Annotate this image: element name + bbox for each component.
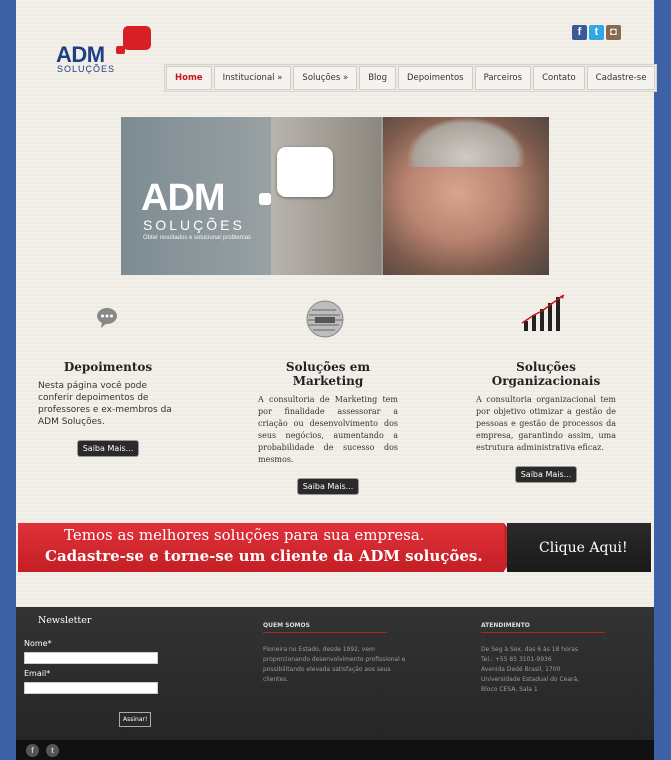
column-text: A consultoria de Marketing tem por final…	[258, 395, 398, 464]
email-label: Email*	[24, 669, 51, 678]
cta-banner: Temos as melhores soluções para sua empr…	[18, 523, 651, 572]
contact-line: Avenida Dedé Brasil, 1700	[481, 666, 561, 673]
column-marketing: Soluções em Marketing A consultoria de M…	[258, 360, 398, 494]
twitter-icon[interactable]: t	[589, 25, 604, 40]
column-organizacionais: Soluções Organizacionais A consultoria o…	[476, 360, 616, 482]
saiba-mais-button[interactable]: Saiba Mais...	[77, 441, 139, 456]
nav-parceiros[interactable]: Parceiros	[474, 66, 532, 90]
newsletter-email-input[interactable]	[24, 682, 158, 694]
contact-title: ATENDIMENTO	[481, 622, 530, 629]
nav-cadastre[interactable]: Cadastre-se	[586, 66, 656, 90]
saiba-mais-button[interactable]: Saiba Mais...	[515, 467, 577, 482]
logo-subtext: SOLUÇÕES	[57, 64, 116, 74]
column-title: Depoimentos	[63, 360, 153, 374]
clique-aqui-label: Clique Aqui!	[539, 540, 628, 556]
about-text: Pioneira no Estado, desde 1992, vem prop…	[263, 646, 406, 683]
nav-institucional[interactable]: Institucional »	[213, 66, 292, 90]
contact-info: De Seg à Sex, das 6 às 18 horas Tel.: +5…	[481, 645, 631, 695]
newsletter-submit-button[interactable]: Assinar!	[120, 713, 151, 726]
contact-line: Universidade Estadual do Ceará,	[481, 676, 580, 683]
nav-contato[interactable]: Contato	[533, 66, 585, 90]
column-title: Soluções em Marketing	[285, 360, 371, 388]
social-links: f t ◘	[572, 25, 621, 40]
saiba-mais-button[interactable]: Saiba Mais...	[297, 479, 359, 494]
column-depoimentos: Depoimentos Nesta página você pode confe…	[38, 360, 178, 456]
clique-aqui-button[interactable]: Clique Aqui!	[507, 523, 651, 572]
cta-banner-message: Temos as melhores soluções para sua empr…	[18, 523, 504, 572]
column-text: Nesta página você pode conferir depoimen…	[38, 381, 172, 427]
contact-divider	[481, 632, 605, 633]
footer-bottom-bar: f t	[16, 740, 654, 760]
cta-line-2: Cadastre-se e torne-se um cliente da ADM…	[45, 547, 483, 565]
newsletter-name-input[interactable]	[24, 652, 158, 664]
marketing-sphere-icon	[306, 300, 344, 342]
nav-home[interactable]: Home	[166, 66, 212, 90]
nav-solucoes[interactable]: Soluções »	[293, 66, 358, 90]
contact-line: De Seg à Sex, das 6 às 18 horas	[481, 646, 579, 653]
facebook-icon[interactable]: f	[572, 25, 587, 40]
cta-line-1: Temos as melhores soluções para sua empr…	[64, 526, 425, 544]
hero-tagline: Obter resultados e solucionar problemas	[143, 235, 252, 241]
name-label: Nome*	[24, 639, 52, 648]
footer: Newsletter Nome* Email* Assinar! QUEM SO…	[16, 607, 654, 742]
speech-bubble-icon	[96, 307, 118, 333]
site-logo[interactable]: ADM SOLUÇÕES	[56, 26, 156, 76]
logo-bubble-small	[116, 46, 125, 54]
about-divider	[263, 632, 387, 633]
twitter-icon[interactable]: t	[46, 744, 59, 757]
nav-depoimentos[interactable]: Depoimentos	[398, 66, 473, 90]
hero-logo-bubble	[277, 147, 333, 197]
main-nav: Home Institucional » Soluções » Blog Dep…	[164, 64, 658, 92]
hero-brand: ADM	[141, 177, 226, 219]
hero-logo-bubble-small	[259, 193, 271, 205]
contact-line: Tel.: +55 85 3101-9936	[481, 656, 552, 663]
hero-photo-hair	[406, 117, 526, 167]
column-text: A consultoria organizacional tem por obj…	[476, 395, 616, 452]
column-title: Soluções Organizacionais	[491, 360, 601, 388]
about-title: QUEM SOMOS	[263, 622, 310, 629]
growth-chart-icon	[520, 293, 570, 337]
newsletter-title: Newsletter	[38, 615, 92, 626]
facebook-icon[interactable]: f	[26, 744, 39, 757]
contact-line: Bloco CESA, Sala 1	[481, 686, 538, 693]
hero-brand-sub: SOLUÇÕES	[143, 217, 245, 233]
hero-banner: ADM SOLUÇÕES Obter resultados e solucion…	[121, 117, 549, 275]
logo-bubble-large	[123, 26, 151, 50]
nav-blog[interactable]: Blog	[359, 66, 396, 90]
page-container: ADM SOLUÇÕES f t ◘ Home Institucional » …	[16, 0, 658, 760]
instagram-icon[interactable]: ◘	[606, 25, 621, 40]
